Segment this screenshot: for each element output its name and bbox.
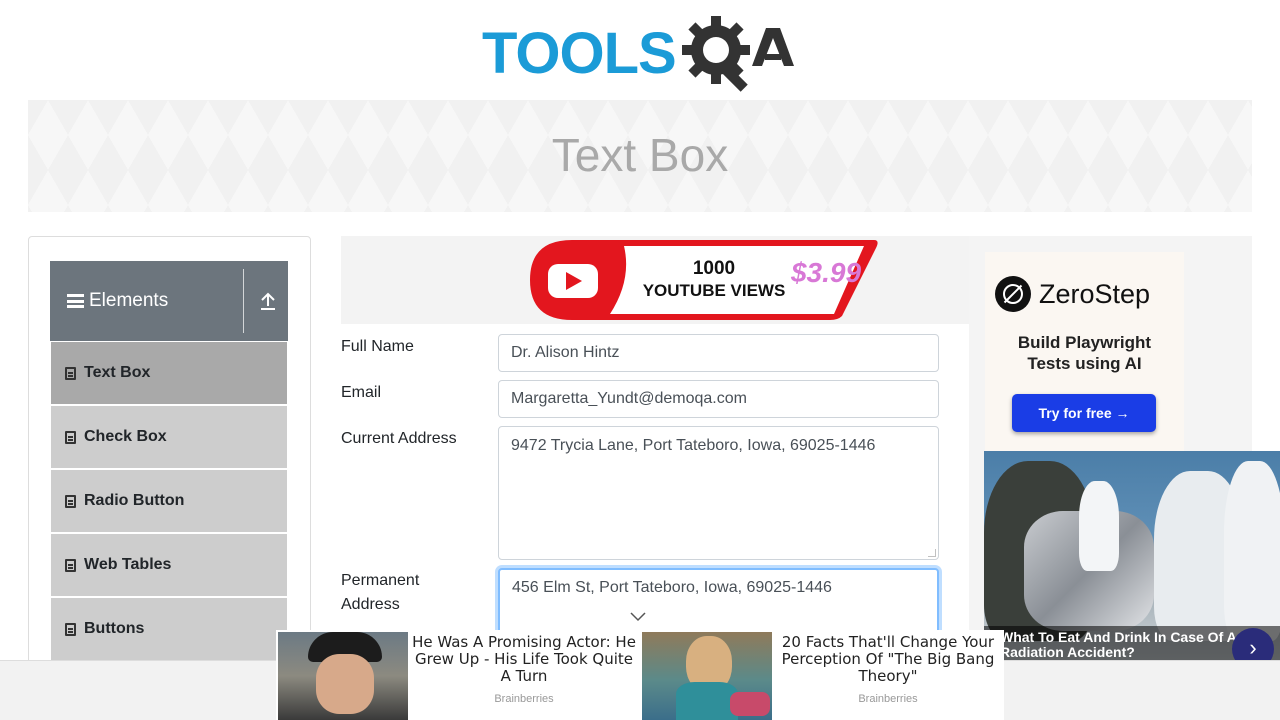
sidebar-group-elements[interactable]: Elements — [50, 261, 288, 341]
zerostep-mark-icon — [995, 276, 1031, 312]
group-header-divider — [243, 269, 244, 333]
permanent-address-value: 456 Elm St, Port Tateboro, Iowa, 69025-1… — [512, 579, 832, 596]
news-figure — [1079, 481, 1119, 571]
sidebar-item-text-box[interactable]: Text Box — [51, 342, 287, 404]
bottom-ad-thumbnail — [642, 632, 772, 720]
resize-grip-icon[interactable] — [928, 549, 936, 557]
permanent-address-label: Permanent Address — [341, 569, 419, 617]
sidebar-item-web-tables[interactable]: Web Tables — [51, 534, 287, 596]
logo-qa-mark — [680, 16, 796, 92]
sidebar-group-title: Elements — [89, 290, 169, 311]
sidebar-item-label: Buttons — [84, 620, 145, 637]
youtube-views-ad[interactable]: 1000 YOUTUBE VIEWS $3.99 — [341, 236, 969, 324]
sidebar-item-label: Radio Button — [84, 492, 185, 509]
permanent-address-label-line2: Address — [341, 596, 400, 613]
ad-price: $3.99 — [790, 257, 861, 288]
html5-icon — [65, 622, 76, 636]
zerostep-logo: ZeroStep — [995, 276, 1150, 312]
hamburger-icon — [67, 294, 84, 308]
bottom-ad-item[interactable]: He Was A Promising Actor: He Grew Up - H… — [276, 630, 640, 720]
try-for-free-button[interactable]: Try for free → — [1012, 394, 1156, 432]
zerostep-brand: ZeroStep — [1039, 278, 1151, 309]
html5-icon — [65, 366, 76, 380]
youtube-views-badge: 1000 YOUTUBE VIEWS $3.99 — [530, 240, 878, 320]
sidebar-item-radio-button[interactable]: Radio Button — [51, 470, 287, 532]
sidebar-item-label: Check Box — [84, 428, 167, 445]
news-ad-image[interactable]: What To Eat And Drink In Case Of A Radia… — [984, 451, 1280, 660]
current-address-textarea[interactable]: 9472 Trycia Lane, Port Tateboro, Iowa, 6… — [498, 426, 939, 560]
logo-tools-text: TOOLS — [482, 21, 677, 86]
chevron-down-icon[interactable] — [630, 612, 646, 622]
zerostep-tagline-line1: Build Playwright — [1017, 333, 1152, 352]
bottom-ad-title: He Was A Promising Actor: He Grew Up - H… — [412, 633, 636, 685]
full-name-input[interactable]: Dr. Alison Hintz — [498, 334, 939, 372]
email-label: Email — [341, 384, 382, 401]
news-figure — [1224, 461, 1280, 641]
bottom-ad-title: 20 Facts That'll Change Your Perception … — [781, 633, 995, 685]
bottom-ad-thumbnail — [278, 632, 408, 720]
zerostep-ad[interactable]: ZeroStep Build Playwright Tests using AI… — [985, 252, 1184, 452]
toolsqa-logo[interactable]: TOOLS — [482, 16, 796, 92]
page-title: Text Box — [551, 129, 729, 181]
ad-line1: 1000 — [693, 258, 735, 279]
bottom-ad-item[interactable]: 20 Facts That'll Change Your Perception … — [640, 630, 1004, 720]
current-address-value: 9472 Trycia Lane, Port Tateboro, Iowa, 6… — [511, 437, 876, 454]
html5-icon — [65, 494, 76, 508]
sidebar-item-label: Text Box — [84, 364, 151, 381]
page: TOOLS Text Box Elements Text Box Check B… — [0, 0, 1280, 720]
sidebar-item-buttons[interactable]: Buttons — [51, 598, 287, 660]
gear-magnifier-icon — [681, 16, 794, 92]
body-shape — [676, 682, 738, 720]
face-shape — [316, 654, 374, 714]
current-address-label: Current Address — [341, 430, 457, 447]
email-input[interactable]: Margaretta_Yundt@demoqa.com — [498, 380, 939, 418]
page-header-banner: Text Box — [28, 100, 1252, 212]
bottom-ad-source: Brainberries — [858, 693, 918, 705]
permanent-address-label-line1: Permanent — [341, 572, 420, 589]
bottom-ad-source: Brainberries — [494, 693, 554, 705]
html5-icon — [65, 430, 76, 444]
html5-icon — [65, 558, 76, 572]
zerostep-tagline: Build Playwright Tests using AI — [985, 332, 1184, 374]
bottom-ad-banner: He Was A Promising Actor: He Grew Up - H… — [276, 630, 1004, 720]
sidebar-item-check-box[interactable]: Check Box — [51, 406, 287, 468]
pillow-shape — [730, 692, 770, 716]
left-sidebar: Elements Text Box Check Box Radio Button… — [28, 236, 311, 720]
ad-line2: YOUTUBE VIEWS — [643, 281, 786, 300]
collapse-arrow-icon[interactable] — [260, 292, 276, 310]
sidebar-item-label: Web Tables — [84, 556, 172, 573]
full-name-label: Full Name — [341, 338, 414, 355]
zerostep-tagline-line2: Tests using AI — [1027, 354, 1142, 373]
